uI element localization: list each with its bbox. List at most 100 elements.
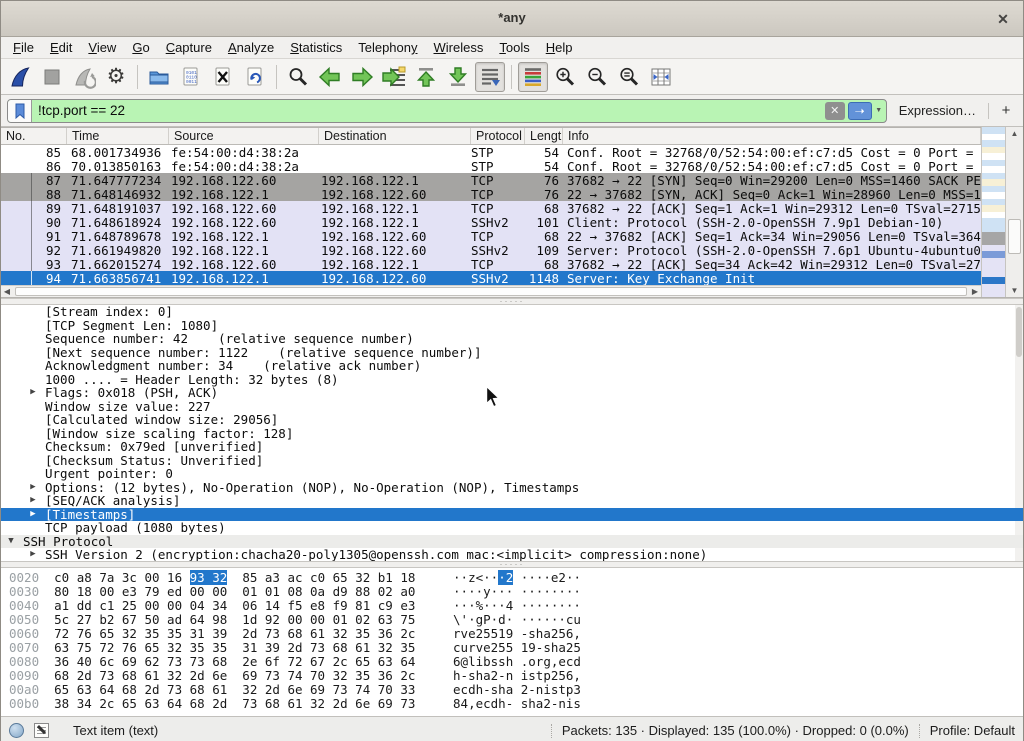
- packet-row-91[interactable]: 9171.648789678192.168.122.1192.168.122.6…: [1, 229, 981, 243]
- menu-file[interactable]: File: [5, 38, 42, 57]
- auto-scroll-button[interactable]: [475, 62, 505, 92]
- detail-line[interactable]: [Calculated window size: 29056]: [1, 413, 1023, 427]
- scroll-left-icon[interactable]: ◀: [1, 287, 13, 296]
- detail-line[interactable]: [Window size scaling factor: 128]: [1, 427, 1023, 441]
- hex-row-0070[interactable]: 0070 63 75 72 76 65 32 35 35 31 39 2d 73…: [1, 641, 1023, 655]
- go-back-button[interactable]: [315, 62, 345, 92]
- menu-capture[interactable]: Capture: [158, 38, 220, 57]
- detail-line[interactable]: ▶Flags: 0x018 (PSH, ACK): [1, 386, 1023, 400]
- packet-row-87[interactable]: 8771.647777234192.168.122.60192.168.122.…: [1, 173, 981, 187]
- column-header-time[interactable]: Time: [67, 128, 169, 144]
- expand-closed-icon[interactable]: ▶: [27, 508, 39, 522]
- menu-edit[interactable]: Edit: [42, 38, 80, 57]
- go-forward-button[interactable]: [347, 62, 377, 92]
- menu-go[interactable]: Go: [124, 38, 157, 57]
- detail-line[interactable]: ▼SSH Protocol: [1, 535, 1023, 549]
- detail-line[interactable]: [TCP Segment Len: 1080]: [1, 319, 1023, 333]
- go-last-packet-button[interactable]: [443, 62, 473, 92]
- scroll-right-icon[interactable]: ▶: [969, 287, 981, 296]
- go-first-packet-button[interactable]: [411, 62, 441, 92]
- hex-row-0050[interactable]: 0050 5c 27 b2 67 50 ad 64 98 1d 92 00 00…: [1, 613, 1023, 627]
- start-capture-button[interactable]: [5, 62, 35, 92]
- hex-highlighted-bytes[interactable]: 93 32: [190, 570, 228, 585]
- packet-minimap[interactable]: [981, 127, 1005, 297]
- detail-line[interactable]: [Checksum Status: Unverified]: [1, 454, 1023, 468]
- hex-row-00b0[interactable]: 00b0 38 34 2c 65 63 64 68 2d 73 68 61 32…: [1, 697, 1023, 711]
- detail-line[interactable]: ▶SSH Version 2 (encryption:chacha20-poly…: [1, 548, 1023, 561]
- zoom-in-button[interactable]: [550, 62, 580, 92]
- display-filter-input[interactable]: [32, 103, 825, 118]
- packet-row-88[interactable]: 8871.648146932192.168.122.1192.168.122.6…: [1, 187, 981, 201]
- hex-row-00a0[interactable]: 00a0 65 63 64 68 2d 73 68 61 32 2d 6e 69…: [1, 683, 1023, 697]
- expand-closed-icon[interactable]: ▶: [27, 548, 39, 561]
- filter-apply-icon[interactable]: ➝: [848, 102, 872, 120]
- hscroll-track[interactable]: [13, 286, 969, 297]
- detail-line[interactable]: [Stream index: 0]: [1, 305, 1023, 319]
- expand-closed-icon[interactable]: ▶: [27, 481, 39, 495]
- zoom-out-button[interactable]: [582, 62, 612, 92]
- go-to-packet-button[interactable]: [379, 62, 409, 92]
- colorize-button[interactable]: [518, 62, 548, 92]
- menu-view[interactable]: View: [80, 38, 124, 57]
- hex-row-0080[interactable]: 0080 36 40 6c 69 62 73 73 68 2e 6f 72 67…: [1, 655, 1023, 669]
- splitter-list-details[interactable]: ·····: [1, 298, 1023, 305]
- packet-row-94[interactable]: 9471.663856741192.168.122.1192.168.122.6…: [1, 271, 981, 285]
- column-header-destination[interactable]: Destination: [319, 128, 471, 144]
- filter-clear-icon[interactable]: ✕: [825, 102, 845, 120]
- ascii-highlighted-chars[interactable]: ·2: [498, 570, 513, 585]
- packet-row-92[interactable]: 9271.661949820192.168.122.1192.168.122.6…: [1, 243, 981, 257]
- packet-row-90[interactable]: 9071.648618924192.168.122.60192.168.122.…: [1, 215, 981, 229]
- resize-columns-button[interactable]: [646, 62, 676, 92]
- vscroll-thumb[interactable]: [1008, 219, 1021, 254]
- menu-telephony[interactable]: Telephony: [350, 38, 425, 57]
- scroll-down-icon[interactable]: ▼: [1006, 284, 1023, 297]
- add-filter-button[interactable]: +: [995, 102, 1017, 119]
- detail-line[interactable]: ▶Options: (12 bytes), No-Operation (NOP)…: [1, 481, 1023, 495]
- open-file-button[interactable]: [144, 62, 174, 92]
- packet-row-85[interactable]: 8568.001734936fe:54:00:d4:38:2aSTP54Conf…: [1, 145, 981, 159]
- detail-line[interactable]: Acknowledgment number: 34 (relative ack …: [1, 359, 1023, 373]
- title-bar[interactable]: *any ✕: [1, 1, 1023, 37]
- detail-line[interactable]: [Next sequence number: 1122 (relative se…: [1, 346, 1023, 360]
- column-header-protocol[interactable]: Protocol: [471, 128, 525, 144]
- expression-button[interactable]: Expression…: [893, 103, 982, 118]
- detail-line[interactable]: Window size value: 227: [1, 400, 1023, 414]
- packet-row-93[interactable]: 9371.662015274192.168.122.60192.168.122.…: [1, 257, 981, 271]
- menu-tools[interactable]: Tools: [491, 38, 537, 57]
- menu-wireless[interactable]: Wireless: [426, 38, 492, 57]
- status-profile[interactable]: Profile: Default: [930, 723, 1015, 738]
- expand-closed-icon[interactable]: ▶: [27, 386, 39, 400]
- detail-line[interactable]: 1000 .... = Header Length: 32 bytes (8): [1, 373, 1023, 387]
- vscroll-track[interactable]: [1006, 140, 1023, 284]
- column-header-length[interactable]: Length: [525, 128, 563, 144]
- restart-capture-button[interactable]: [69, 62, 99, 92]
- detail-line[interactable]: ▶[SEQ/ACK analysis]: [1, 494, 1023, 508]
- packet-list-vscrollbar[interactable]: ▲ ▼: [1005, 127, 1023, 297]
- filter-bookmark-button[interactable]: [8, 100, 32, 122]
- scroll-up-icon[interactable]: ▲: [1006, 127, 1023, 140]
- detail-line[interactable]: Sequence number: 42 (relative sequence n…: [1, 332, 1023, 346]
- hex-row-0060[interactable]: 0060 72 76 65 32 35 35 31 39 2d 73 68 61…: [1, 627, 1023, 641]
- capture-options-button[interactable]: ⚙: [101, 62, 131, 92]
- menu-help[interactable]: Help: [538, 38, 581, 57]
- expert-info-icon[interactable]: [9, 723, 24, 738]
- packet-list-hscrollbar[interactable]: ◀ ▶: [1, 285, 981, 297]
- hex-row-0030[interactable]: 0030 80 18 00 e3 79 ed 00 00 01 01 08 0a…: [1, 585, 1023, 599]
- close-file-button[interactable]: [208, 62, 238, 92]
- column-header-info[interactable]: Info: [563, 128, 981, 144]
- capture-comment-icon[interactable]: [34, 723, 49, 738]
- detail-line[interactable]: ▶[Timestamps]: [1, 508, 1023, 522]
- menu-analyze[interactable]: Analyze: [220, 38, 282, 57]
- column-header-no[interactable]: No.: [1, 128, 67, 144]
- detail-line[interactable]: Checksum: 0x79ed [unverified]: [1, 440, 1023, 454]
- hex-row-0040[interactable]: 0040 a1 dd c1 25 00 00 04 34 06 14 f5 e8…: [1, 599, 1023, 613]
- packet-row-86[interactable]: 8670.013850163fe:54:00:d4:38:2aSTP54Conf…: [1, 159, 981, 173]
- column-header-source[interactable]: Source: [169, 128, 319, 144]
- packet-row-89[interactable]: 8971.648191037192.168.122.60192.168.122.…: [1, 201, 981, 215]
- expand-open-icon[interactable]: ▼: [5, 535, 17, 549]
- close-icon[interactable]: ✕: [993, 9, 1013, 29]
- reload-file-button[interactable]: [240, 62, 270, 92]
- hex-row-0090[interactable]: 0090 68 2d 73 68 61 32 2d 6e 69 73 74 70…: [1, 669, 1023, 683]
- menu-statistics[interactable]: Statistics: [282, 38, 350, 57]
- splitter-details-hex[interactable]: ·····: [1, 561, 1023, 568]
